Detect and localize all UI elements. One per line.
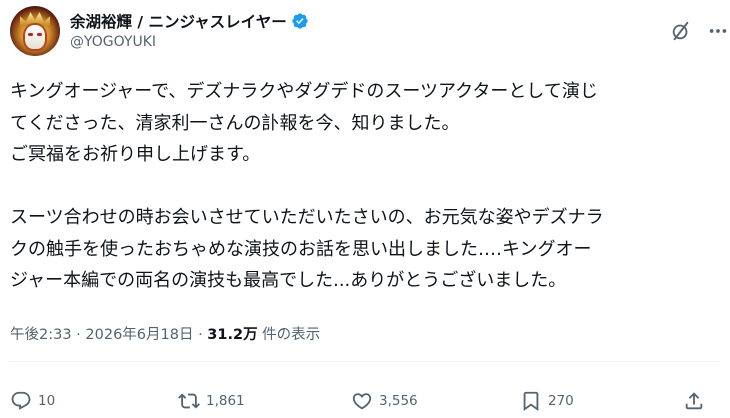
bookmark-count: 270 (548, 393, 574, 409)
views-label: 件の表示 (257, 327, 321, 343)
avatar[interactable] (10, 6, 60, 56)
display-name-row: 余湖裕輝 / ニンジャスレイヤー (70, 10, 309, 32)
bookmark-icon (523, 391, 539, 412)
divider (10, 361, 720, 362)
repost-button[interactable]: 1,861 (178, 386, 245, 416)
tweet-time[interactable]: 午後2:33 (10, 327, 72, 343)
repost-count: 1,861 (206, 393, 245, 409)
author-handle[interactable]: @YOGOYUKI (70, 34, 309, 50)
reply-icon (11, 391, 31, 410)
avatar-mask-graphic (25, 25, 45, 49)
action-bar: 10 1,861 3,556 270 (10, 386, 720, 416)
share-icon[interactable] (683, 390, 705, 412)
meta-separator: · (193, 327, 208, 343)
tweet-text-line: クの触手を使ったおちゃめな演技のお話を思い出しました‥‥キングオー (10, 238, 592, 260)
tweet-meta: 午後2:33 · 2026年6月18日 · 31.2万 件の表示 (10, 323, 320, 344)
tweet-text-line: ご冥福をお祈り申し上げます。 (10, 144, 261, 165)
tweet-text-line: スーツ合わせの時お会いさせていただいたさいの、お元気な姿やデズナラ (10, 207, 604, 228)
avatar-crown-graphic (20, 12, 50, 26)
tweet-text: キングオージャーで、デズナラクやダグデドのスーツアクターとして演じ てくださった… (10, 76, 720, 297)
tweet-text-line: てくださった、清家利一さんの訃報を今、知りました。 (10, 112, 460, 134)
verified-badge-icon[interactable] (291, 12, 309, 30)
tweet-card: 余湖裕輝 / ニンジャスレイヤー @YOGOYUKI キングオージャーで、デズナ… (0, 0, 730, 418)
reply-button[interactable]: 10 (10, 386, 55, 416)
repost-icon (178, 393, 200, 409)
meta-separator: · (71, 327, 86, 343)
tweet-date[interactable]: 2026年6月18日 (85, 327, 193, 343)
bookmark-button[interactable]: 270 (520, 386, 574, 416)
tweet-header: 余湖裕輝 / ニンジャスレイヤー @YOGOYUKI (10, 6, 727, 62)
avatar-eye-right (37, 33, 42, 36)
author-names: 余湖裕輝 / ニンジャスレイヤー @YOGOYUKI (70, 10, 309, 50)
like-button[interactable]: 3,556 (351, 386, 418, 416)
heart-icon (352, 393, 372, 410)
avatar-eye-left (28, 33, 33, 36)
more-options-icon[interactable] (706, 20, 730, 42)
tweet-text-line: キングオージャーで、デズナラクやダグデドのスーツアクターとして演じ (10, 81, 598, 102)
grok-icon[interactable] (670, 20, 692, 42)
views-count[interactable]: 31.2万 (207, 327, 257, 343)
display-name[interactable]: 余湖裕輝 / ニンジャスレイヤー (70, 10, 287, 32)
tweet-text-line: ジャー本編での両名の演技も最高でした...ありがとうございました。 (10, 270, 567, 291)
reply-count: 10 (38, 393, 56, 409)
like-count: 3,556 (379, 393, 418, 409)
